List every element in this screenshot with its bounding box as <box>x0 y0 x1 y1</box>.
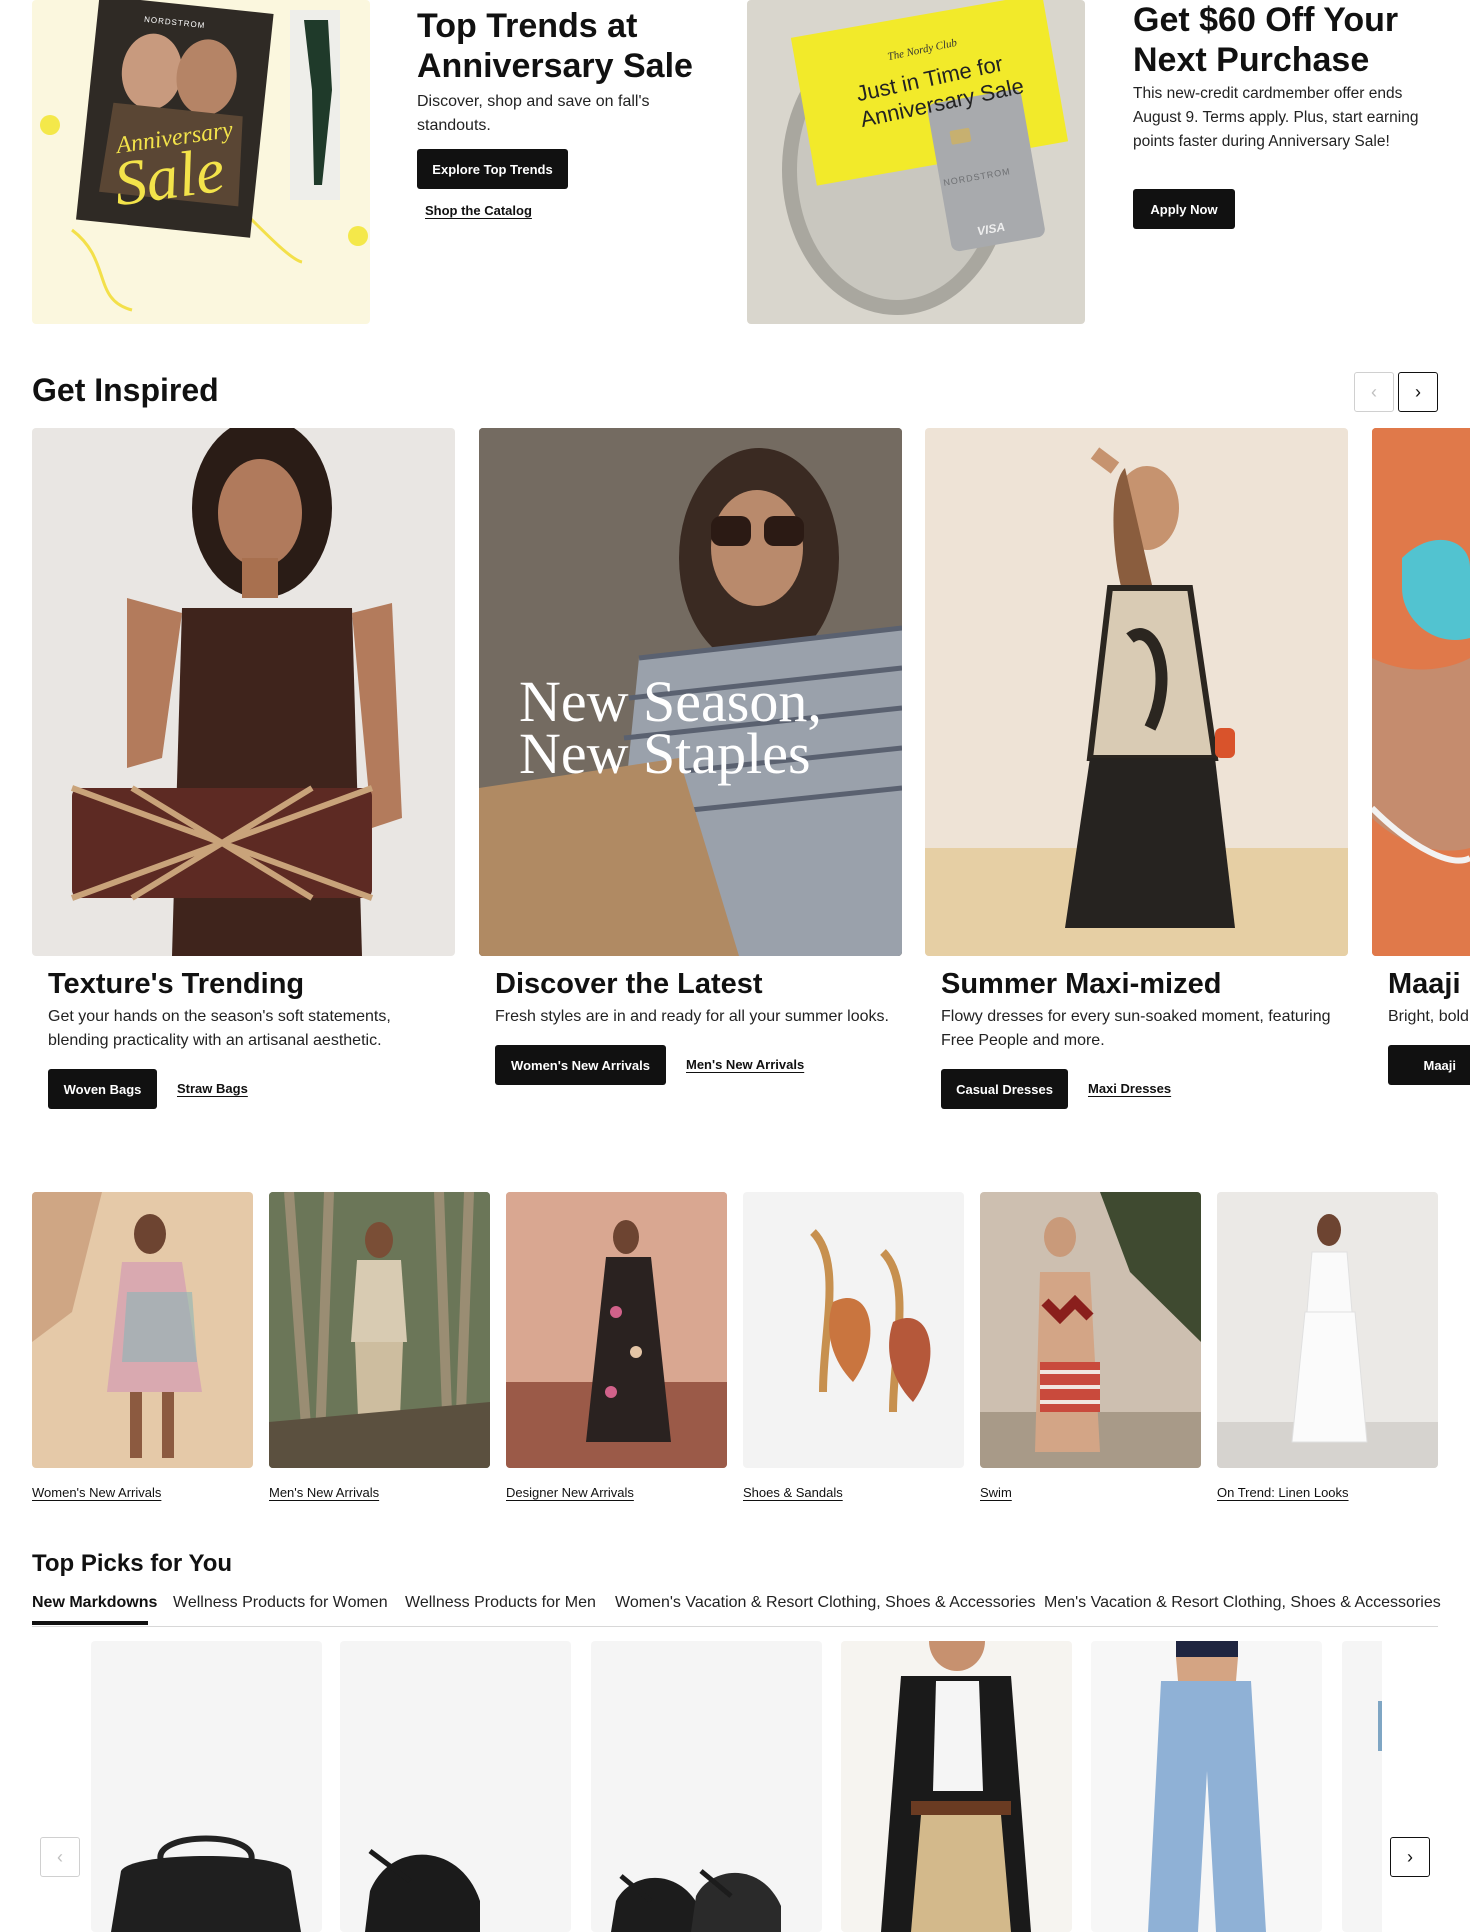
category-tile-mens-new-arrivals[interactable] <box>269 1192 490 1468</box>
chevron-left-icon: ‹ <box>1371 381 1377 402</box>
top-picks-next-button[interactable]: › <box>1390 1837 1430 1877</box>
category-tile-designer-new-arrivals[interactable] <box>506 1192 727 1468</box>
anniversary-catalog-image[interactable]: NORDSTROM Anniversary Sale <box>32 0 370 324</box>
inspired-card-1-desc: Get your hands on the season's soft stat… <box>48 1008 391 1049</box>
tab-mens-vacation[interactable]: Men's Vacation & Resort Clothing, Shoes … <box>1044 1594 1441 1612</box>
inspired-card-3-desc: Flowy dresses for every sun-soaked momen… <box>941 1008 1331 1049</box>
top-picks-tabs-divider <box>32 1626 1438 1627</box>
discover-latest-image[interactable]: New Season, New Staples <box>479 428 902 956</box>
woven-bags-button[interactable]: Woven Bags <box>48 1069 157 1109</box>
womens-new-arrivals-button[interactable]: Women's New Arrivals <box>495 1045 666 1085</box>
product-card-woven-heels[interactable] <box>591 1641 822 1932</box>
credit-description: This new-credit cardmember offer ends Au… <box>1133 85 1419 150</box>
straw-bags-link[interactable]: Straw Bags <box>177 1081 248 1096</box>
apply-now-button[interactable]: Apply Now <box>1133 189 1235 229</box>
catalog-word-sale: Sale <box>109 133 229 220</box>
active-tab-underline <box>32 1621 148 1625</box>
credit-offer-block: Get $60 Off Your Next Purchase This new-… <box>1133 0 1433 154</box>
category-link-shoes-sandals[interactable]: Shoes & Sandals <box>743 1485 843 1500</box>
tab-wellness-men[interactable]: Wellness Products for Men <box>405 1594 596 1612</box>
category-tile-swim[interactable] <box>980 1192 1201 1468</box>
inspired-card-2-desc: Fresh styles are in and ready for all yo… <box>495 1008 889 1025</box>
summer-maxi-image[interactable] <box>925 428 1348 956</box>
category-tile-shoes-sandals[interactable] <box>743 1192 964 1468</box>
shop-catalog-link[interactable]: Shop the Catalog <box>425 203 532 218</box>
category-tile-linen-looks[interactable] <box>1217 1192 1438 1468</box>
get-inspired-title: Get Inspired <box>32 372 219 408</box>
inspired-card-3-title: Summer Maxi-mized <box>941 968 1222 1000</box>
category-link-womens-new-arrivals[interactable]: Women's New Arrivals <box>32 1485 161 1500</box>
product-card-handbag[interactable] <box>91 1641 322 1932</box>
inspired-card-4-desc: Bright, bold <box>1388 1008 1469 1025</box>
maxi-dresses-link[interactable]: Maxi Dresses <box>1088 1081 1171 1096</box>
chevron-right-icon: › <box>1415 381 1421 402</box>
casual-dresses-button[interactable]: Casual Dresses <box>941 1069 1068 1109</box>
chevron-left-icon: ‹ <box>57 1846 63 1867</box>
explore-top-trends-button[interactable]: Explore Top Trends <box>417 149 568 189</box>
maaji-image[interactable] <box>1372 428 1470 956</box>
tab-new-markdowns[interactable]: New Markdowns <box>32 1594 157 1612</box>
product-card-jeans[interactable] <box>1091 1641 1322 1932</box>
overlay-line-2: New Staples <box>519 721 811 786</box>
nordy-club-card-image[interactable]: The Nordy Club Just in Time for Annivers… <box>747 0 1085 324</box>
texture-trending-image[interactable] <box>32 428 455 956</box>
mens-new-arrivals-link[interactable]: Men's New Arrivals <box>686 1057 804 1072</box>
category-tile-womens-new-arrivals[interactable] <box>32 1192 253 1468</box>
chevron-right-icon: › <box>1407 1846 1413 1867</box>
trends-title-line1: Top Trends at <box>417 7 638 45</box>
inspired-prev-button[interactable]: ‹ <box>1354 372 1394 412</box>
tab-womens-vacation[interactable]: Women's Vacation & Resort Clothing, Shoe… <box>615 1594 1035 1612</box>
product-card-linen-shirt[interactable] <box>841 1641 1072 1932</box>
category-link-swim[interactable]: Swim <box>980 1485 1012 1500</box>
tab-wellness-women[interactable]: Wellness Products for Women <box>173 1594 388 1612</box>
maaji-button[interactable]: Maaji <box>1388 1045 1470 1085</box>
category-link-designer-new-arrivals[interactable]: Designer New Arrivals <box>506 1485 634 1500</box>
product-card-partial[interactable] <box>1342 1641 1382 1932</box>
inspired-card-1-title: Texture's Trending <box>48 968 305 1000</box>
product-card-slingback[interactable] <box>340 1641 571 1932</box>
trends-description: Discover, shop and save on fall's stando… <box>417 93 650 134</box>
credit-title-line2: Next Purchase <box>1133 41 1370 79</box>
credit-title-line1: Get $60 Off Your <box>1133 1 1399 39</box>
trends-block: Top Trends at Anniversary Sale Discover,… <box>417 6 717 138</box>
inspired-card-2-title: Discover the Latest <box>495 968 763 1000</box>
top-picks-prev-button[interactable]: ‹ <box>40 1837 80 1877</box>
trends-title-line2: Anniversary Sale <box>417 47 693 85</box>
category-link-mens-new-arrivals[interactable]: Men's New Arrivals <box>269 1485 379 1500</box>
top-picks-title: Top Picks for You <box>32 1550 233 1577</box>
inspired-next-button[interactable]: › <box>1398 372 1438 412</box>
inspired-card-4-title: Maaji <box>1388 968 1461 1000</box>
category-link-linen-looks[interactable]: On Trend: Linen Looks <box>1217 1485 1349 1500</box>
